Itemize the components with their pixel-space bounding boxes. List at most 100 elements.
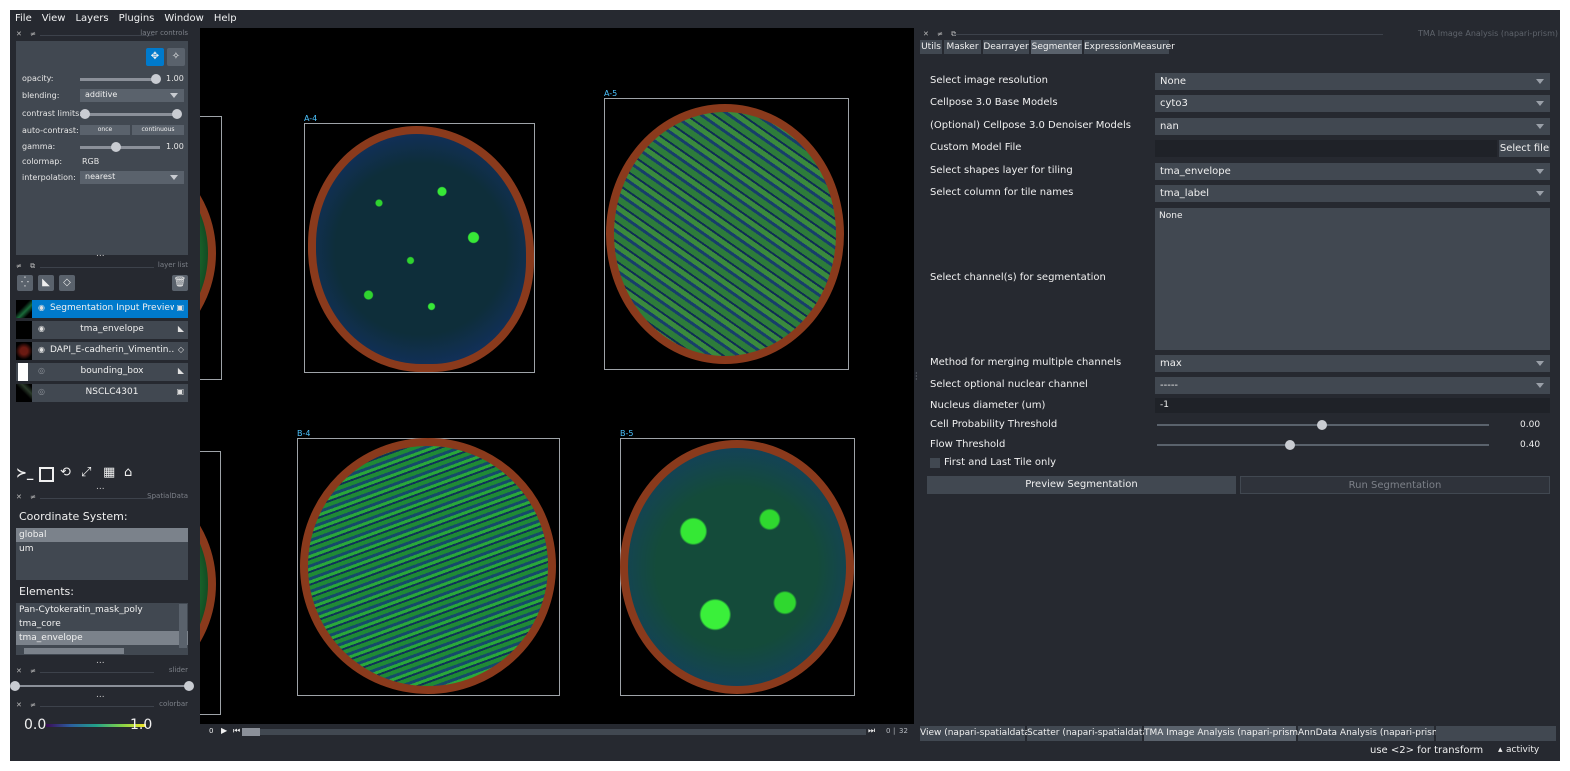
transpose-icon[interactable]: ⤢ [81,465,91,480]
tab-segmenter[interactable]: Segmenter [1031,40,1082,54]
eye-hidden-icon[interactable]: ◎ [38,366,45,375]
contrast-limits-slider[interactable] [86,113,178,116]
nuclear-channel-select[interactable]: ----- [1155,377,1550,394]
eye-hidden-icon[interactable]: ◎ [38,387,45,396]
flow-slider[interactable] [1157,444,1489,446]
layer-row[interactable]: ◎ bounding_box ◣ [16,363,188,381]
contrast-min-handle[interactable] [80,109,90,119]
tab-tma-image-analysis[interactable]: TMA Image Analysis (napari-prism) [1144,726,1302,741]
roll-dimensions-icon[interactable]: ⟲ [60,465,71,480]
layer-row[interactable]: ◉ tma_envelope ◣ [16,321,188,339]
dock-resize-handle[interactable]: ... [96,249,105,259]
layer-controls-panel: ✥ ✧ opacity: 1.00 blending: additive con… [16,41,188,255]
auto-contrast-continuous-button[interactable]: continuous [132,125,184,135]
select-file-button[interactable]: Select file [1499,140,1550,157]
transform-icon[interactable]: ✧ [167,48,185,66]
status-hint: use <2> for transform [1370,745,1484,756]
blending-select[interactable]: additive [80,89,184,102]
first-last-checkbox[interactable] [930,458,940,468]
gamma-slider-handle[interactable] [111,142,121,152]
tab-view-spatialdata[interactable]: View (napari-spatialdata) [920,726,1033,741]
list-item[interactable]: None [1155,208,1550,224]
horizontal-scrollbar[interactable] [24,648,124,654]
menu-file[interactable]: File [10,10,37,28]
tab-anndata-analysis[interactable]: AnnData Analysis (napari-prism) [1298,726,1444,741]
new-labels-layer-icon[interactable]: ◇ [59,275,75,291]
blending-value: additive [85,90,118,99]
flow-slider-handle[interactable] [1285,440,1295,450]
grid-view-icon[interactable]: ▦ [103,465,115,480]
dock-float-buttons[interactable]: ✕ ≠ [16,30,39,38]
step-forward-icon[interactable]: ⏭ [868,726,875,736]
dims-slider-handle[interactable] [242,728,260,736]
tile-names-select[interactable]: tma_label [1155,185,1550,202]
layer-row[interactable]: ◎ NSCLC4301 ▣ [16,384,188,402]
cellprob-slider-handle[interactable] [1317,420,1327,430]
menu-layers[interactable]: Layers [70,10,113,28]
flow-value: 0.40 [1520,440,1541,450]
tab-scatter-spatialdata[interactable]: Scatter (napari-spatialdata) [1027,726,1151,741]
menu-help[interactable]: Help [209,10,242,28]
new-shapes-layer-icon[interactable]: ◣ [38,275,54,291]
menu-view[interactable]: View [37,10,71,28]
base-models-value: cyto3 [1160,98,1188,109]
list-item[interactable]: tma_core [16,617,188,631]
home-icon[interactable]: ⌂ [124,465,132,480]
image-canvas[interactable]: A-4 A-5 B-4 B-5 [200,28,914,724]
menu-plugins[interactable]: Plugins [114,10,160,28]
list-item[interactable]: global [16,528,188,542]
shapes-layer-select[interactable]: tma_envelope [1155,163,1550,180]
base-models-select[interactable]: cyto3 [1155,95,1550,112]
contrast-max-handle[interactable] [172,109,182,119]
denoiser-select[interactable]: nan [1155,118,1550,135]
vertical-scrollbar[interactable] [179,604,187,648]
dock-float-buttons[interactable]: ✕ ≠ [16,701,39,709]
interpolation-select[interactable]: nearest [80,171,184,184]
activity-icon[interactable]: ▴ [1498,745,1503,755]
list-item[interactable]: tma_envelope [16,631,188,645]
interpolation-label: interpolation: [22,173,76,182]
range-slider-max-handle[interactable] [184,681,194,691]
list-item[interactable]: um [16,542,188,556]
resolution-select[interactable]: None [1155,73,1550,90]
dock-resize-handle[interactable]: ... [96,656,105,666]
channels-listbox[interactable]: None [1155,208,1550,350]
custom-model-file-input[interactable] [1155,140,1497,157]
tab-utils[interactable]: Utils [920,40,942,54]
dock-float-buttons[interactable]: ≠ ⧉ [16,262,38,271]
layer-row[interactable]: ◉ DAPI_E-cadherin_Vimentin... ◇ [16,342,188,360]
menu-window[interactable]: Window [159,10,208,28]
eye-icon[interactable]: ◉ [38,303,45,312]
dock-resize-handle[interactable]: ... [96,482,105,492]
pan-zoom-icon[interactable]: ✥ [146,48,164,66]
dims-slider-track[interactable] [242,729,866,735]
range-slider-track[interactable] [14,685,190,687]
preview-segmentation-button[interactable]: Preview Segmentation [927,476,1236,494]
dock-resize-handle[interactable]: ... [96,690,105,700]
list-item[interactable]: Pan-Cytokeratin_mask_poly [16,603,188,617]
delete-layer-icon[interactable]: 🗑 [172,275,188,291]
range-slider-min-handle[interactable] [10,681,20,691]
eye-icon[interactable]: ◉ [38,324,45,333]
ndisplay-toggle-icon[interactable] [39,467,54,482]
nucleus-diameter-input[interactable]: -1 [1155,398,1550,413]
tab-masker[interactable]: Masker [944,40,981,54]
merge-method-select[interactable]: max [1155,355,1550,372]
activity-button[interactable]: activity [1506,745,1539,755]
opacity-slider[interactable] [80,78,160,81]
opacity-slider-handle[interactable] [151,74,161,84]
step-back-icon[interactable]: ⏮ [233,726,240,736]
console-icon[interactable]: ≻_ [16,466,33,481]
dock-float-buttons[interactable]: ✕ ≠ [16,667,39,675]
play-icon[interactable]: ▶ [221,726,227,735]
tab-dearrayer[interactable]: Dearrayer [983,40,1029,54]
eye-icon[interactable]: ◉ [38,345,45,354]
chevron-down-icon [1536,169,1544,174]
shapes-layer-value: tma_envelope [1160,166,1231,177]
auto-contrast-once-button[interactable]: once [80,125,130,135]
new-points-layer-icon[interactable]: ⁛ [17,275,33,291]
layer-row[interactable]: ◉ Segmentation Input Preview ▣ [16,300,188,318]
run-segmentation-button[interactable]: Run Segmentation [1240,476,1550,494]
dock-float-buttons[interactable]: ✕ ≠ [16,493,39,501]
tab-expressionmeasurer[interactable]: ExpressionMeasurer [1084,40,1175,54]
